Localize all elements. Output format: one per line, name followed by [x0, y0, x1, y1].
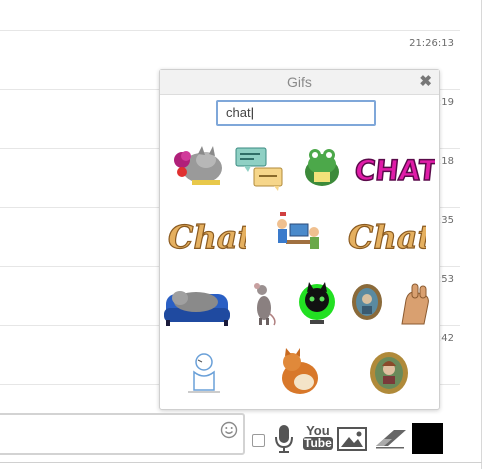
gif-rat-standing[interactable]	[250, 280, 278, 331]
svg-text:CHAT: CHAT	[355, 154, 435, 187]
gif-green-frog[interactable]	[298, 144, 346, 195]
youtube-label-bottom: Tube	[303, 436, 333, 450]
gif-framed-lady[interactable]	[368, 350, 410, 401]
gif-cat-on-blue-sofa[interactable]	[162, 278, 232, 333]
gif-black-cat-hero[interactable]	[296, 280, 338, 331]
image-icon[interactable]	[337, 427, 367, 456]
microphone-icon[interactable]	[274, 424, 294, 459]
svg-text:Chat!: Chat!	[348, 218, 426, 256]
gif-speech-bubbles[interactable]	[234, 144, 286, 197]
gif-panel-header: Gifs ✖	[160, 70, 439, 95]
youtube-icon[interactable]: You Tube	[303, 424, 333, 450]
gif-search-input[interactable]: chat|	[216, 100, 376, 126]
gif-chat-gold-text-2[interactable]: Chat!	[346, 212, 446, 261]
message-input[interactable]	[0, 413, 245, 455]
gif-waving-hand[interactable]	[396, 280, 434, 331]
gif-search-value: chat	[226, 105, 251, 120]
gif-people-at-computer[interactable]	[272, 210, 322, 261]
message-timestamp: 21:26:13	[409, 38, 454, 49]
gif-framed-portrait[interactable]	[350, 282, 384, 327]
message-divider	[0, 30, 460, 31]
gif-chat-gold-text[interactable]: Chat!	[166, 212, 266, 261]
gif-chat-pink-text[interactable]: CHAT	[352, 150, 439, 193]
option-checkbox[interactable]	[252, 434, 265, 447]
gif-panel-title: Gifs	[287, 74, 312, 90]
bottom-divider	[0, 462, 482, 463]
gif-sketch-character[interactable]	[184, 350, 226, 401]
emoji-icon[interactable]	[220, 421, 238, 444]
chat-border	[481, 0, 482, 469]
close-icon[interactable]: ✖	[419, 70, 432, 94]
eraser-icon[interactable]	[374, 428, 408, 455]
svg-text:Chat!: Chat!	[168, 218, 246, 256]
color-swatch[interactable]	[412, 423, 443, 454]
gif-picker-panel: Gifs ✖ chat| CHAT Cha Cha	[159, 69, 447, 410]
gif-orange-cat[interactable]	[274, 348, 324, 401]
gif-cat-with-flowers[interactable]	[168, 144, 226, 193]
